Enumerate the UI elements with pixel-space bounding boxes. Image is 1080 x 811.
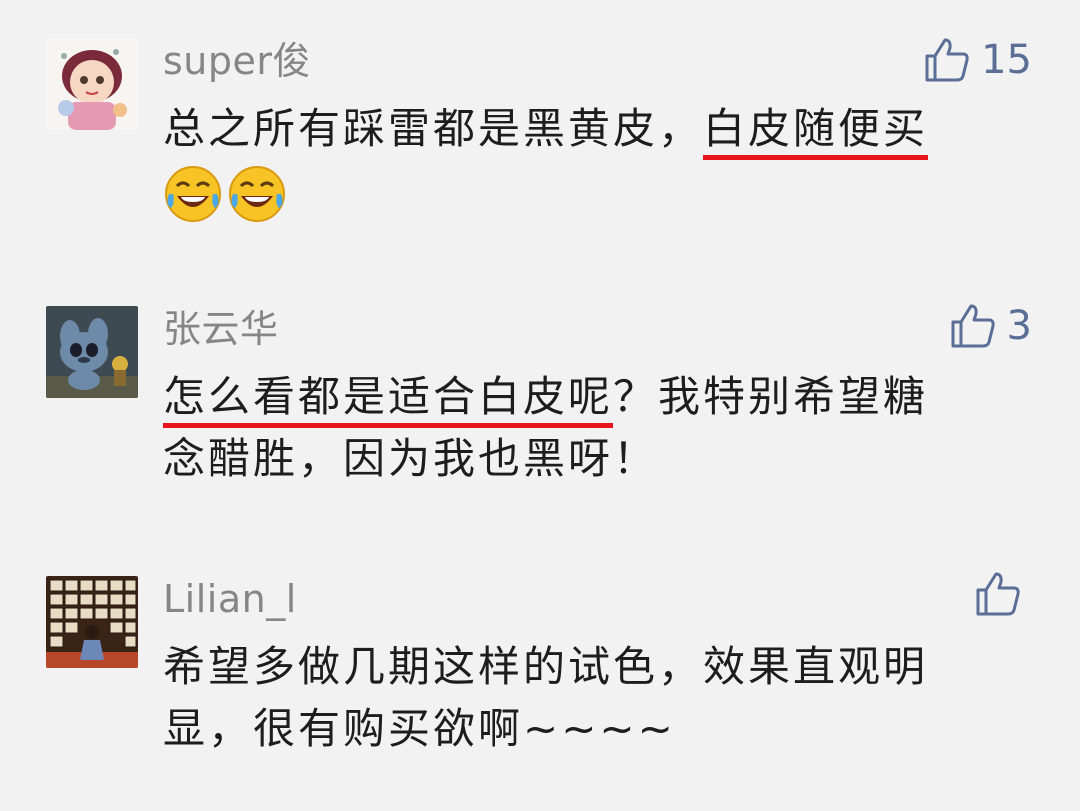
thumbs-up-icon bbox=[976, 572, 1020, 616]
like-count: 3 bbox=[1006, 303, 1032, 349]
avatar[interactable] bbox=[46, 38, 138, 130]
comment-text-line2: 显，很有购买欲啊~~~~ bbox=[163, 704, 676, 753]
stitch-figure-avatar-icon bbox=[46, 306, 138, 398]
comment-text-rest: ？我特别希望糖 bbox=[613, 372, 929, 421]
like-button[interactable]: 15 bbox=[923, 36, 1032, 84]
like-button[interactable]: 3 bbox=[949, 302, 1032, 350]
username[interactable]: Lilian_l bbox=[163, 580, 297, 618]
comment-text-line2: 念醋胜，因为我也黑呀！ bbox=[163, 434, 659, 483]
username[interactable]: super俊 bbox=[163, 42, 311, 80]
comment-text: 希望多做几期这样的试色，效果直观明 显，很有购买欲啊~~~~ bbox=[163, 636, 993, 760]
like-button[interactable] bbox=[974, 570, 1032, 618]
comment-text-line1: 希望多做几期这样的试色，效果直观明 bbox=[163, 642, 929, 691]
comment-text-plain: 总之所有踩雷都是黑黄皮， bbox=[163, 104, 704, 153]
avatar[interactable] bbox=[46, 306, 138, 398]
joy-emoji-icon bbox=[165, 165, 221, 222]
thumbs-up-icon bbox=[951, 304, 995, 348]
thumbs-up-icon bbox=[925, 38, 969, 82]
avatar[interactable] bbox=[46, 576, 138, 668]
drawer-wall-photo-avatar-icon bbox=[46, 576, 138, 668]
comment-item: Lilian_l 希望多做几期这样的试色，效果直观明 显，很有购买欲啊~~~~ bbox=[0, 540, 1080, 811]
cartoon-girl-avatar-icon bbox=[46, 38, 138, 130]
username[interactable]: 张云华 bbox=[163, 310, 279, 348]
comment-item: 张云华 3 怎么看都是适合白皮呢？我特别希望糖 念醋胜，因为我也黑呀！ bbox=[0, 260, 1080, 540]
joy-emoji-icon bbox=[229, 165, 285, 222]
comment-text: 怎么看都是适合白皮呢？我特别希望糖 念醋胜，因为我也黑呀！ bbox=[163, 366, 993, 490]
comment-text: 总之所有踩雷都是黑黄皮，白皮随便买 bbox=[163, 98, 993, 224]
highlighted-phrase: 白皮随便买 bbox=[703, 104, 929, 160]
comment-item: super俊 15 总之所有踩雷都是黑黄皮，白皮随便买 bbox=[0, 0, 1080, 260]
highlighted-phrase: 怎么看都是适合白皮呢 bbox=[163, 372, 614, 428]
emoji-row bbox=[163, 164, 287, 224]
like-count: 15 bbox=[981, 37, 1032, 83]
